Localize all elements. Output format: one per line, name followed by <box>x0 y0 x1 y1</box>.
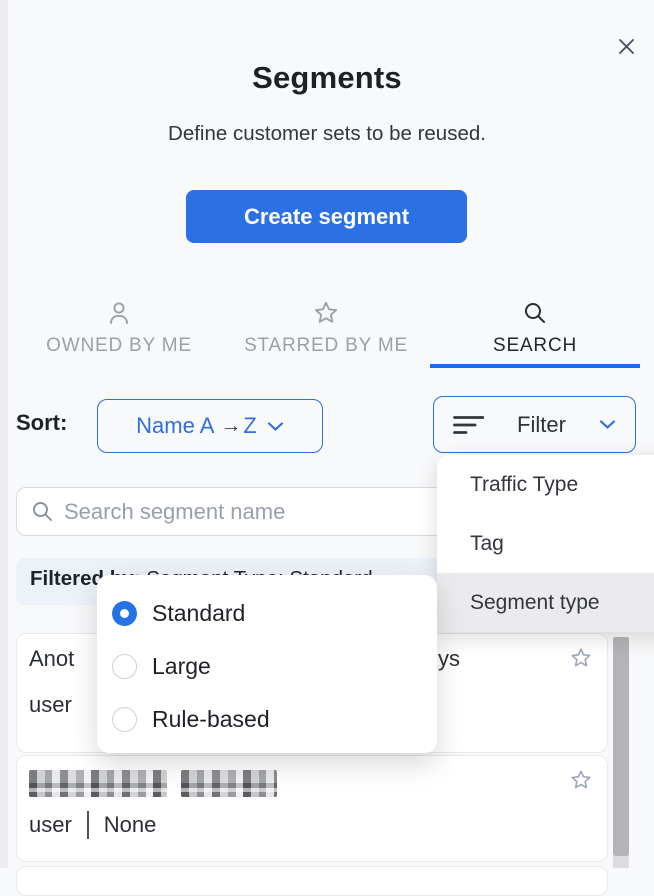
filter-dropdown-button[interactable]: Filter <box>433 396 636 453</box>
close-icon <box>618 38 635 55</box>
page-subtitle: Define customer sets to be reused. <box>0 122 654 146</box>
search-icon <box>31 500 54 523</box>
sort-value: Name A <box>136 413 214 439</box>
filter-lines-icon <box>453 414 484 436</box>
segment-owner: user <box>29 812 72 838</box>
tab-search[interactable]: SEARCH <box>430 292 640 368</box>
close-button[interactable] <box>610 30 642 62</box>
star-toggle-icon[interactable] <box>569 768 593 792</box>
tab-label: SEARCH <box>493 335 577 357</box>
person-icon <box>105 298 133 328</box>
scrollbar-track <box>613 637 629 868</box>
option-label: Rule-based <box>152 706 270 733</box>
tab-starred-by-me[interactable]: STARRED BY ME <box>232 292 420 368</box>
chevron-down-icon <box>267 421 284 432</box>
sort-dropdown[interactable]: Name A → Z <box>97 399 323 453</box>
filter-menu: Traffic Type Tag Segment type <box>437 455 654 632</box>
segment-subtitle: user None <box>29 811 156 839</box>
create-segment-button[interactable]: Create segment <box>186 190 467 243</box>
filter-menu-item-segment-type[interactable]: Segment type <box>437 573 654 632</box>
segment-type-popover: Standard Large Rule-based <box>97 575 437 753</box>
chevron-down-icon <box>599 419 616 430</box>
filter-menu-item-tag[interactable]: Tag <box>437 514 654 573</box>
segment-tag: None <box>104 812 157 838</box>
search-icon <box>521 298 549 328</box>
segment-type-option-large[interactable]: Large <box>97 640 437 693</box>
tab-label: STARRED BY ME <box>244 335 408 357</box>
sort-value-suffix: Z <box>243 413 256 439</box>
radio-unselected-icon <box>112 654 137 679</box>
tab-label: OWNED BY ME <box>46 335 192 357</box>
sort-label: Sort: <box>16 410 67 436</box>
radio-unselected-icon <box>112 707 137 732</box>
star-icon <box>312 298 340 328</box>
scrollbar-thumb[interactable] <box>613 637 629 856</box>
option-label: Standard <box>152 600 245 627</box>
arrow-right-icon: → <box>220 414 241 438</box>
option-label: Large <box>152 653 211 680</box>
redacted-segment-title <box>29 770 277 797</box>
separator <box>87 811 89 839</box>
radio-selected-icon <box>112 601 137 626</box>
page-title: Segments <box>0 60 654 96</box>
star-toggle-icon[interactable] <box>569 646 593 670</box>
segment-subtitle: user <box>29 692 72 718</box>
segment-list-item-partial <box>16 866 608 896</box>
filter-label: Filter <box>484 412 599 438</box>
segment-title-fragment: Anot <box>29 646 74 672</box>
tab-owned-by-me[interactable]: OWNED BY ME <box>34 292 204 368</box>
segment-list-item[interactable]: user None <box>16 755 608 862</box>
filter-menu-item-traffic-type[interactable]: Traffic Type <box>437 455 654 514</box>
segment-type-option-rule-based[interactable]: Rule-based <box>97 693 437 746</box>
segment-title-fragment: ys <box>438 646 460 672</box>
segment-type-option-standard[interactable]: Standard <box>97 587 437 640</box>
